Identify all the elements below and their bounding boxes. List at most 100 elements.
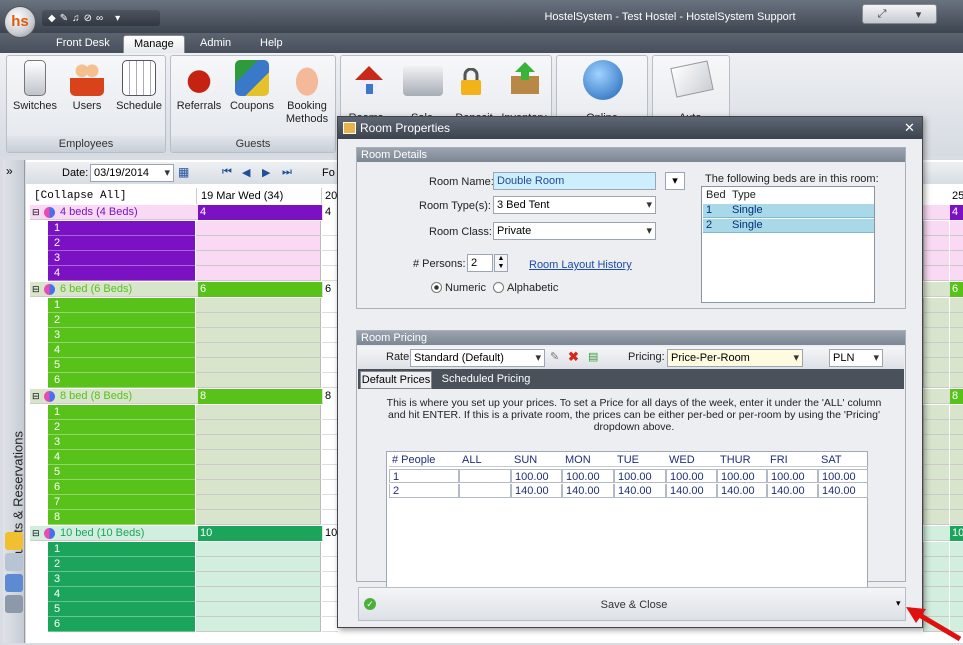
price-cell[interactable] [459,484,511,498]
persons-input[interactable]: 2 [467,254,493,272]
bed-cell[interactable] [196,510,321,525]
bed-cell[interactable] [322,542,338,557]
bed-cell[interactable] [923,358,949,373]
price-table[interactable]: # People ALL SUN MON TUE WED THUR FRI SAT 1 100.00… [386,451,868,601]
bed-cell[interactable] [196,236,321,251]
bed-cell[interactable] [322,236,338,251]
bed-cell[interactable] [322,617,338,632]
schedule-button[interactable]: Schedule [114,60,164,112]
bed-cell[interactable] [322,510,338,525]
bed-cell[interactable] [950,420,963,435]
bed-cell[interactable] [322,373,338,388]
collapse-icon[interactable]: ⊟ [32,205,40,220]
close-icon[interactable]: ✕ [904,120,915,136]
expand-down-icon[interactable]: ▾ [896,598,901,609]
bed-row[interactable]: 1 Single [703,204,874,218]
switches-button[interactable]: Switches [10,60,60,112]
search-icon[interactable] [5,553,23,571]
bed-cell[interactable] [322,450,338,465]
nav-last-icon[interactable]: ⏭ [282,166,292,179]
bed-cell[interactable] [950,373,963,388]
bed-cell[interactable] [196,251,321,266]
room-layout-history-link[interactable]: Room Layout History [529,259,632,271]
numeric-radio[interactable] [431,282,442,293]
delete-icon[interactable]: ✖ [568,349,579,365]
tab-manage[interactable]: Manage [123,35,185,53]
price-cell[interactable]: 1 [389,469,459,483]
bed-cell[interactable] [923,510,949,525]
bed-cell[interactable] [923,343,949,358]
bed-cell[interactable] [923,373,949,388]
bed-cell[interactable] [322,298,338,313]
expand-icon[interactable]: » [6,164,13,178]
price-cell[interactable]: 100.00 [614,469,666,483]
bed-cell[interactable] [196,420,321,435]
price-cell[interactable]: 140.00 [717,484,767,498]
bed-cell[interactable] [950,358,963,373]
date-field[interactable]: 03/19/2014 [90,164,174,182]
bed-cell[interactable] [322,557,338,572]
bed-cell[interactable] [923,405,949,420]
toolbar-icon[interactable]: ◆ [48,13,56,24]
bed-cell[interactable] [196,435,321,450]
bed-cell[interactable] [923,495,949,510]
bed-cell[interactable] [923,465,949,480]
price-cell[interactable]: 100.00 [666,469,717,483]
bed-cell[interactable] [196,373,321,388]
bed-cell[interactable] [923,298,949,313]
bed-cell[interactable] [322,495,338,510]
bed-cell[interactable] [950,510,963,525]
price-cell[interactable]: 140.00 [511,484,562,498]
restore-icon[interactable]: ⤢ [878,8,887,21]
bed-cell[interactable] [196,313,321,328]
globe-small-icon[interactable] [5,574,23,592]
bed-cell[interactable] [196,465,321,480]
bed-cell[interactable] [950,405,963,420]
bed-cell[interactable] [923,221,949,236]
nav-prev-icon[interactable]: ◀ [242,166,250,179]
bed-cell[interactable] [950,542,963,557]
room-class-select[interactable]: Private [493,222,656,240]
bed-cell[interactable] [950,465,963,480]
price-cell[interactable]: 140.00 [818,484,868,498]
price-cell[interactable] [459,469,511,483]
bed-cell[interactable] [950,313,963,328]
bed-cell[interactable] [923,480,949,495]
quick-access-toolbar[interactable]: ◆ ✎ ♫ ⊘ ∞ ▾ [42,10,160,26]
collapse-icon[interactable]: ⊟ [32,282,40,297]
bed-cell[interactable] [196,298,321,313]
bed-cell[interactable] [322,328,338,343]
alphabetic-radio[interactable] [493,282,504,293]
rate-select[interactable]: Standard (Default) [410,349,545,367]
room-name-dropdown[interactable]: ▾ [665,172,685,190]
calendar-small-icon[interactable]: ▦ [178,165,189,179]
bed-cell[interactable] [950,328,963,343]
toolbar-icon[interactable]: ♫ [72,13,80,24]
bed-cell[interactable] [322,313,338,328]
bed-cell[interactable] [322,602,338,617]
tab-scheduled-pricing[interactable]: Scheduled Pricing [438,371,534,389]
users-button[interactable]: Users [62,60,112,112]
tab-help[interactable]: Help [250,35,293,53]
bed-cell[interactable] [196,358,321,373]
bed-cell[interactable] [196,602,321,617]
collapse-icon[interactable]: ⊟ [32,526,40,541]
price-cell[interactable]: 140.00 [614,484,666,498]
tab-admin[interactable]: Admin [190,35,241,53]
bed-cell[interactable] [322,343,338,358]
coupons-button[interactable]: Coupons [227,60,277,112]
price-cell[interactable]: 100.00 [818,469,868,483]
bed-cell[interactable] [196,542,321,557]
bed-cell[interactable] [322,480,338,495]
bed-cell[interactable] [322,572,338,587]
bed-cell[interactable] [923,542,949,557]
price-cell[interactable]: 140.00 [562,484,614,498]
pricing-select[interactable]: Price-Per-Room [667,349,803,367]
beds-list[interactable]: Bed Type 1 Single 2 Single [701,186,875,303]
persons-stepper[interactable]: ▲ ▼ [494,254,508,272]
bed-cell[interactable] [322,358,338,373]
bed-cell[interactable] [923,435,949,450]
bed-cell[interactable] [322,587,338,602]
bed-cell[interactable] [950,298,963,313]
add-icon[interactable]: ▤ [588,350,598,363]
